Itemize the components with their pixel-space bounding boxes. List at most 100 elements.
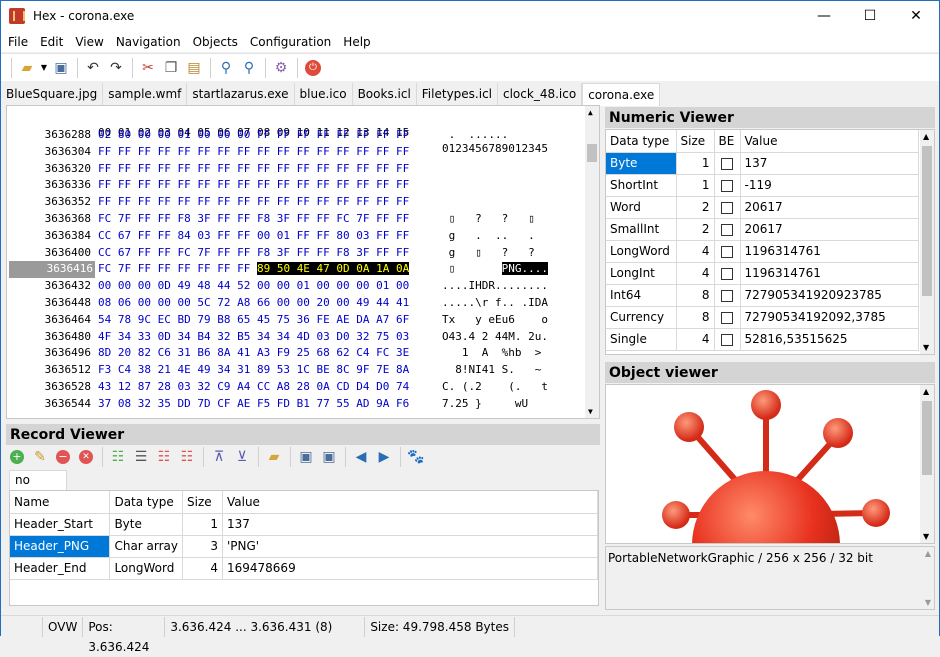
- hex-row[interactable]: 3636288 02 80 00 00 01 00 00 00 FF FF FF …: [7, 127, 587, 144]
- list-icon[interactable]: ☰: [130, 446, 152, 468]
- hex-row[interactable]: 3636480 4F 34 33 0D 34 B4 32 B5 34 34 4D …: [7, 329, 587, 346]
- numeric-size[interactable]: 1: [676, 152, 715, 175]
- hex-ascii[interactable]: 7.25 } wU: [442, 396, 528, 413]
- hex-ascii[interactable]: ....IHDR........: [442, 278, 548, 295]
- be-checkbox-cell[interactable]: [714, 218, 741, 241]
- be-checkbox[interactable]: [721, 245, 733, 258]
- numeric-size[interactable]: 1: [676, 174, 715, 197]
- numeric-size[interactable]: 8: [676, 284, 715, 307]
- hex-bytes[interactable]: 8D 20 82 C6 31 B6 8A 41 A3 F9 25 68 62 C…: [98, 345, 409, 362]
- table-row[interactable]: Header_PNG Char array 3 'PNG': [10, 535, 598, 558]
- hex-ascii[interactable]: Tx y eEu6 o: [442, 312, 548, 329]
- be-checkbox-cell[interactable]: [714, 152, 741, 175]
- minimize-button[interactable]: —: [801, 1, 847, 31]
- edit-icon[interactable]: ✎: [29, 446, 51, 468]
- be-checkbox[interactable]: [721, 179, 733, 192]
- hex-bytes[interactable]: FF FF FF FF FF FF FF FF FF FF FF FF FF F…: [98, 194, 409, 211]
- be-checkbox[interactable]: [721, 289, 733, 302]
- numeric-scrollbar[interactable]: ▲ ▼: [920, 130, 934, 354]
- hex-row[interactable]: 3636336 FF FF FF FF FF FF FF FF FF FF FF …: [7, 177, 587, 194]
- object-scroll-thumb[interactable]: [922, 401, 932, 475]
- record-size[interactable]: 4: [182, 557, 223, 580]
- numeric-type[interactable]: Int64: [606, 284, 677, 307]
- record-value[interactable]: 137: [222, 513, 598, 536]
- be-checkbox-cell[interactable]: [714, 262, 741, 285]
- record-name[interactable]: Header_End: [10, 557, 111, 580]
- numeric-value[interactable]: 137: [740, 152, 919, 175]
- numeric-type[interactable]: Byte: [606, 152, 677, 175]
- add-icon[interactable]: +: [6, 446, 28, 468]
- tab-sample-wmf[interactable]: sample.wmf: [103, 83, 188, 105]
- hex-bytes[interactable]: FF FF FF FF FF FF FF FF FF FF FF FF FF F…: [98, 144, 409, 161]
- hex-ascii[interactable]: C. (.2 (. t: [442, 379, 548, 396]
- open-folder-icon[interactable]: ▰: [16, 57, 38, 79]
- numeric-type[interactable]: LongWord: [606, 240, 677, 263]
- copy-icon[interactable]: ❐: [160, 57, 182, 79]
- be-checkbox[interactable]: [721, 201, 733, 214]
- scroll-up-icon[interactable]: ▲: [588, 108, 593, 117]
- hex-editor[interactable]: 00 01 02 03 04 05 06 07 08 09 10 11 12 1…: [6, 105, 600, 419]
- maximize-button[interactable]: ☐: [847, 1, 893, 31]
- open-folder-icon[interactable]: ▰: [263, 446, 285, 468]
- redo-icon[interactable]: ↷: [105, 57, 127, 79]
- remove-icon[interactable]: −: [52, 446, 74, 468]
- tab-no-name[interactable]: no name: [9, 470, 67, 505]
- table-row[interactable]: Byte 1 137: [606, 152, 919, 175]
- hex-row[interactable]: 3636432 00 00 00 0D 49 48 44 52 00 00 01 …: [7, 278, 587, 295]
- close-button[interactable]: ✕: [893, 1, 939, 31]
- column-header-be[interactable]: BE: [714, 130, 741, 153]
- be-checkbox-cell[interactable]: [714, 284, 741, 307]
- numeric-value[interactable]: 1196314761: [740, 240, 919, 263]
- scroll-up-icon[interactable]: ▲: [923, 387, 929, 396]
- hex-row[interactable]: 3636528 43 12 87 28 03 32 C9 A4 CC A8 28 …: [7, 379, 587, 396]
- numeric-type[interactable]: ShortInt: [606, 174, 677, 197]
- hex-scrollbar[interactable]: ▲ ▼: [585, 106, 599, 418]
- be-checkbox[interactable]: [721, 333, 733, 346]
- menu-navigation[interactable]: Navigation: [109, 35, 186, 49]
- hex-row[interactable]: 3636400 CC 67 FF FF FC 7F FF FF F8 3F FF …: [7, 245, 587, 262]
- column-header-value[interactable]: Value: [222, 491, 598, 514]
- find-icon[interactable]: ⚲: [215, 57, 237, 79]
- be-checkbox[interactable]: [721, 267, 733, 280]
- hex-row[interactable]: 3636448 08 06 00 00 00 5C 72 A8 66 00 00 …: [7, 295, 587, 312]
- record-value[interactable]: 'PNG': [222, 535, 598, 558]
- paw-icon[interactable]: 🐾: [405, 446, 427, 468]
- be-checkbox[interactable]: [721, 311, 733, 324]
- hex-bytes[interactable]: FF FF FF FF FF FF FF FF FF FF FF FF FF F…: [98, 177, 409, 194]
- column-header-datatype[interactable]: Data type: [606, 130, 677, 153]
- table-row[interactable]: Header_Start Byte 1 137: [10, 513, 598, 536]
- numeric-size[interactable]: 4: [676, 240, 715, 263]
- move-down-icon[interactable]: ⊻: [231, 446, 253, 468]
- hex-bytes[interactable]: 54 78 9C EC BD 79 B8 65 45 75 36 FE AE D…: [98, 312, 409, 329]
- power-icon[interactable]: ⏻: [302, 57, 324, 79]
- numeric-type[interactable]: SmallInt: [606, 218, 677, 241]
- scroll-up-icon[interactable]: ▲: [925, 549, 931, 558]
- numeric-type[interactable]: Currency: [606, 306, 677, 329]
- hex-bytes[interactable]: 43 12 87 28 03 32 C9 A4 CC A8 28 0A CD D…: [98, 379, 409, 396]
- settings-icon[interactable]: ⚙: [270, 57, 292, 79]
- clear-fields-icon[interactable]: ☷: [176, 446, 198, 468]
- cut-icon[interactable]: ✂: [137, 57, 159, 79]
- column-header-size[interactable]: Size: [676, 130, 715, 153]
- numeric-size[interactable]: 2: [676, 218, 715, 241]
- menu-edit[interactable]: Edit: [33, 35, 68, 49]
- hex-bytes[interactable]: FC 7F FF FF F8 3F FF FF F8 3F FF FF FC 7…: [98, 211, 409, 228]
- object-scrollbar[interactable]: ▲ ▼: [920, 385, 934, 543]
- numeric-type[interactable]: Single: [606, 328, 677, 351]
- record-name[interactable]: Header_Start: [10, 513, 111, 536]
- hex-row[interactable]: 3636304 FF FF FF FF FF FF FF FF FF FF FF …: [7, 144, 587, 161]
- numeric-value[interactable]: 52816,53515625: [740, 328, 919, 351]
- record-name[interactable]: Header_PNG: [10, 535, 111, 558]
- paste-icon[interactable]: ▤: [183, 57, 205, 79]
- be-checkbox-cell[interactable]: [714, 174, 741, 197]
- menu-file[interactable]: File: [1, 35, 33, 49]
- table-row[interactable]: LongInt 4 1196314761: [606, 262, 919, 285]
- hex-row[interactable]: 3636352 FF FF FF FF FF FF FF FF FF FF FF …: [7, 194, 587, 211]
- save-as-icon[interactable]: ▣: [318, 446, 340, 468]
- tab-clock-48[interactable]: clock_48.ico: [498, 83, 583, 105]
- numeric-size[interactable]: 8: [676, 306, 715, 329]
- hex-bytes[interactable]: CC 67 FF FF FC 7F FF FF F8 3F FF FF F8 3…: [98, 245, 409, 262]
- hex-row[interactable]: 3636368 FC 7F FF FF F8 3F FF FF F8 3F FF …: [7, 211, 587, 228]
- table-row[interactable]: ShortInt 1 -119: [606, 174, 919, 197]
- be-checkbox-cell[interactable]: [714, 328, 741, 351]
